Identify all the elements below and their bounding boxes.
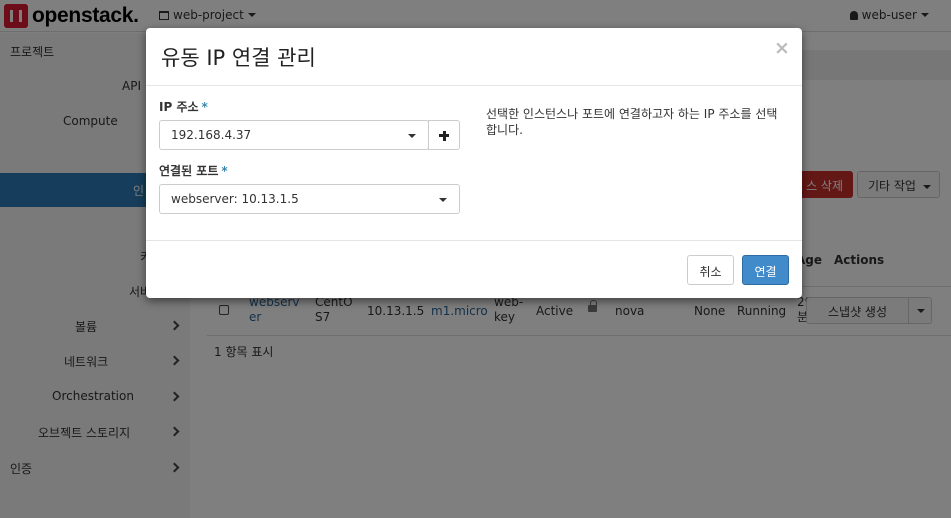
required-asterisk: * — [201, 100, 208, 114]
modal-title: 유동 IP 연결 관리 — [161, 46, 316, 70]
ip-address-label-text: IP 주소 — [159, 100, 199, 114]
port-label: 연결된 포트 * — [159, 162, 228, 179]
ip-address-select[interactable]: 192.168.4.37 — [159, 120, 429, 150]
close-icon[interactable]: × — [774, 37, 790, 59]
port-select[interactable]: webserver: 10.13.1.5 — [159, 184, 460, 214]
required-asterisk: * — [221, 164, 228, 178]
chevron-down-icon — [439, 198, 447, 202]
modal-header-divider — [146, 85, 802, 86]
cancel-button[interactable]: 취소 — [687, 255, 734, 285]
allocate-ip-button[interactable] — [428, 120, 460, 150]
ip-address-label: IP 주소 * — [159, 98, 208, 115]
floating-ip-modal: 유동 IP 연결 관리 × IP 주소 * 192.168.4.37 연결된 포트… — [146, 28, 802, 298]
ip-address-value: 192.168.4.37 — [171, 128, 252, 142]
help-text: 선택한 인스턴스나 포트에 연결하고자 하는 IP 주소를 선택합니다. — [486, 107, 778, 137]
connect-button[interactable]: 연결 — [742, 255, 789, 285]
port-label-text: 연결된 포트 — [159, 164, 219, 178]
modal-footer-divider — [146, 240, 802, 241]
chevron-down-icon — [408, 134, 416, 138]
port-value: webserver: 10.13.1.5 — [171, 192, 299, 206]
